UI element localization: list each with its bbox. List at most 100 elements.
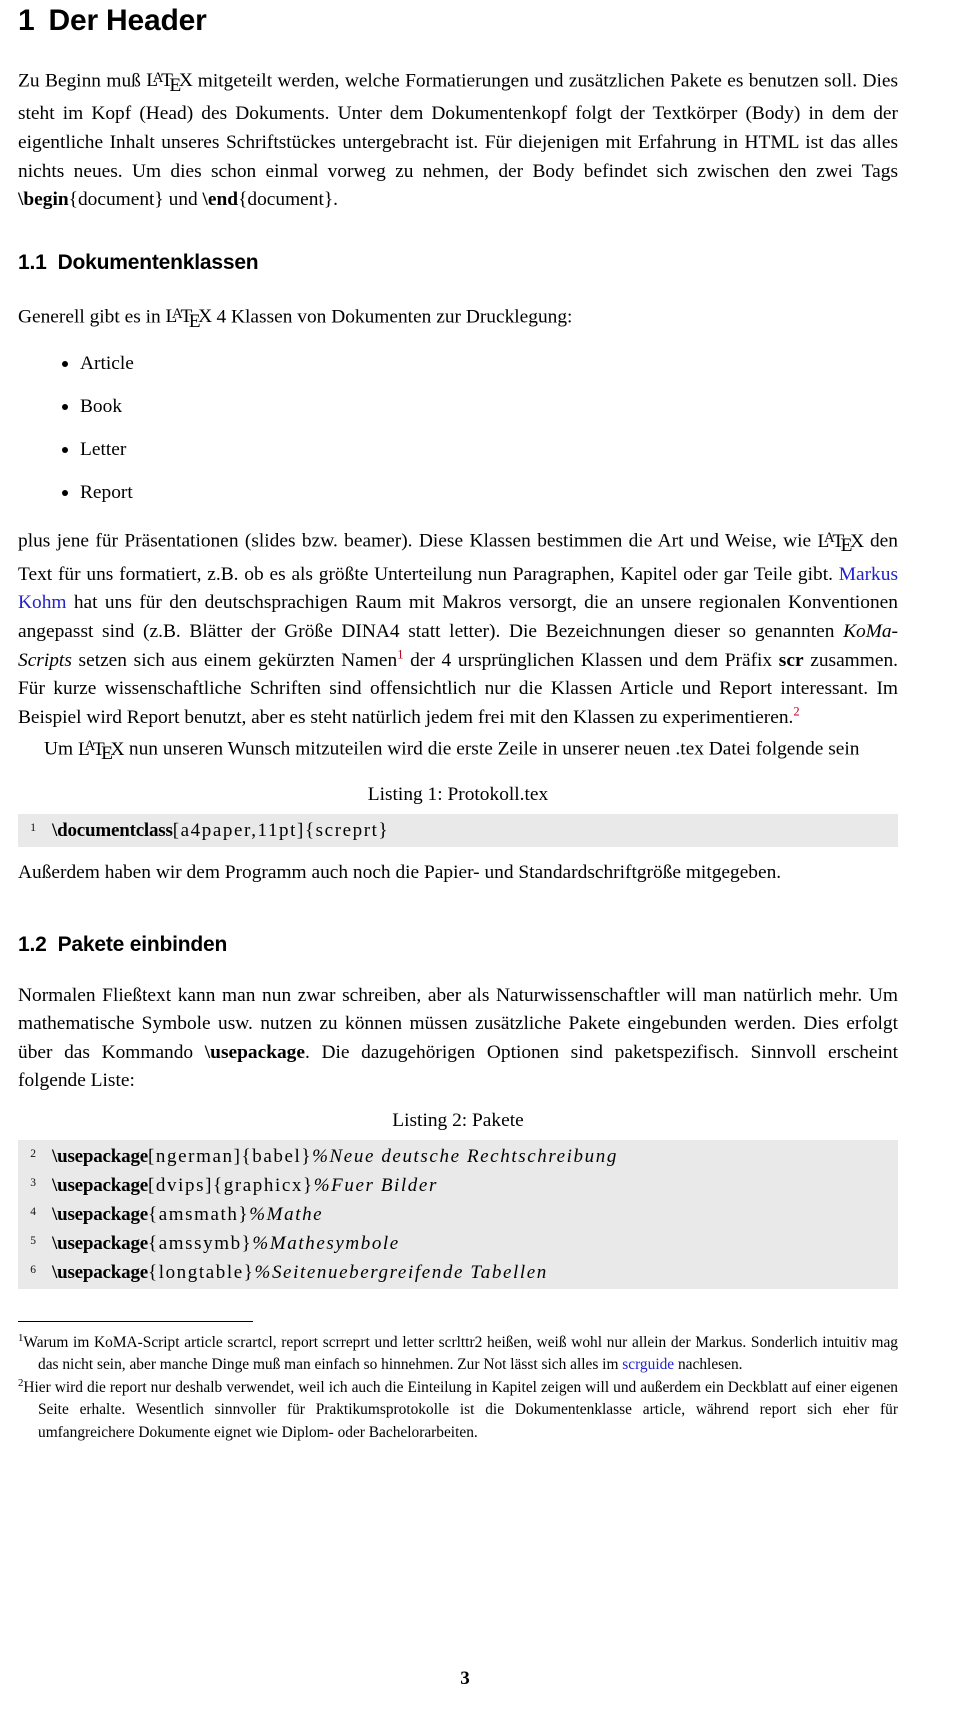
- list-item-label: Letter: [80, 439, 127, 461]
- code-command: \usepackage: [52, 1145, 148, 1167]
- list-item: Article: [18, 350, 898, 393]
- code-command: \usepackage: [52, 1261, 148, 1283]
- spacer-after-h2-1-2: [18, 956, 960, 982]
- cmd-begin: \begin: [18, 189, 69, 211]
- listing-2-code-block: 2 \usepackage[ngerman]{babel}%Neue deutsc…: [18, 1139, 898, 1289]
- code-arguments: [ngerman]{babel}: [147, 1145, 313, 1167]
- footnotes-area: 1Warum im KoMA-Script article scrartcl, …: [18, 1332, 898, 1444]
- code-arguments: [a4paper,11pt]{screprt}: [172, 819, 390, 841]
- paragraph-listing-intro: Um LATEX nun unseren Wunsch mitzuteilen …: [18, 732, 898, 768]
- code-comment: %Neue deutsche Rechtschreibung: [312, 1145, 618, 1167]
- subsection-1-1-title: Dokumentenklassen: [57, 250, 259, 274]
- footnote-2-text-a: Hier wird die report nur deshalb verwend…: [23, 1378, 898, 1441]
- koma-p3: hat uns für den deutschsprachigen Raum m…: [18, 592, 898, 643]
- code-comment: %Fuer Bilder: [313, 1174, 438, 1196]
- bullet-icon: [62, 490, 68, 497]
- subsection-heading-1-2: 1.2 Pakete einbinden: [18, 933, 960, 956]
- latex-logo-icon: LATEX: [817, 530, 865, 557]
- para1-part-a: Zu Beginn muß: [18, 70, 147, 92]
- code-line-number: 5: [30, 1234, 36, 1247]
- section-title: Der Header: [48, 4, 207, 37]
- code-arguments: {longtable}: [147, 1261, 255, 1283]
- para1-joiner: und: [163, 189, 203, 211]
- paragraph-classes-intro: Generell gibt es in LATEX 4 Klassen von …: [18, 300, 898, 336]
- spacer-before-h2-1-1: [18, 215, 960, 251]
- footnote-1: 1Warum im KoMA-Script article scrartcl, …: [18, 1332, 898, 1377]
- code-line-number: 1: [30, 821, 36, 834]
- listing-1-code-block: 1 \documentclass[a4paper,11pt]{screprt}: [18, 813, 898, 847]
- code-comment: %Seitenuebergreifende Tabellen: [254, 1261, 548, 1283]
- footnote-ref-2[interactable]: 2: [793, 704, 799, 718]
- spacer-after-footnote-rule: [18, 1322, 960, 1332]
- page-number: 3: [460, 1668, 470, 1689]
- listing-intro-p2: nun unseren Wunsch mitzuteilen wird die …: [124, 738, 860, 760]
- code-line: 3 \usepackage[dvips]{graphicx}%Fuer Bilde…: [18, 1171, 898, 1200]
- paragraph-pakete: Normalen Fließtext kann man nun zwar sch…: [18, 982, 898, 1096]
- bullet-icon: [62, 361, 68, 368]
- paragraph-koma-scripts: plus jene für Präsentationen (slides bzw…: [18, 524, 898, 732]
- list-item-label: Report: [80, 482, 133, 504]
- latex-logo-icon: LATEX: [146, 70, 193, 96]
- arg-begin: {document}: [68, 189, 164, 211]
- code-line: 6 \usepackage{longtable}%Seitenuebergreif…: [18, 1258, 898, 1287]
- listing-2-caption: Listing 2: Pakete: [392, 1109, 524, 1131]
- cmd-usepackage-inline: \usepackage: [204, 1041, 305, 1063]
- code-comment: %Mathe: [249, 1203, 324, 1225]
- code-command: \usepackage: [52, 1232, 148, 1254]
- bullet-icon: [62, 404, 68, 411]
- code-line: 2 \usepackage[ngerman]{babel}%Neue deutsc…: [18, 1142, 898, 1171]
- code-arguments: {amssymb}: [147, 1232, 253, 1254]
- code-line: 4 \usepackage{amsmath}%Mathe: [18, 1200, 898, 1229]
- spacer-after-listing-1: [18, 847, 960, 859]
- spacer-before-footnote-rule: [18, 1289, 960, 1321]
- spacer-before-listing-1: [18, 769, 960, 782]
- paragraph-header-intro: Zu Beginn muß LATEX mitgeteilt werden, w…: [18, 64, 898, 215]
- code-line: 1 \documentclass[a4paper,11pt]{screprt}: [18, 816, 898, 845]
- spacer-after-h2-1-1: [18, 274, 960, 300]
- code-comment: %Mathesymbole: [252, 1232, 400, 1254]
- latex-logo-icon: LATEX: [77, 738, 125, 765]
- code-line-number: 3: [30, 1176, 36, 1189]
- footnote-2: 2Hier wird die report nur deshalb verwen…: [18, 1377, 898, 1444]
- spacer-before-h2-1-2: [18, 888, 960, 933]
- subsection-1-2-title: Pakete einbinden: [57, 932, 228, 956]
- spacer-before-listing-2: [18, 1096, 960, 1108]
- link-scrguide[interactable]: scrguide: [622, 1356, 674, 1373]
- code-arguments: {amsmath}: [147, 1203, 250, 1225]
- koma-p1: plus jene für Präsentationen (slides bzw…: [18, 530, 818, 552]
- spacer-before-list: [18, 336, 960, 350]
- bold-scr: scr: [778, 649, 804, 671]
- footnote-1-text-b: nachlesen.: [674, 1356, 743, 1374]
- list-item: Report: [18, 479, 898, 522]
- code-arguments: [dvips]{graphicx}: [147, 1174, 314, 1196]
- intro-part-a: Generell gibt es in: [18, 306, 166, 328]
- list-item: Book: [18, 393, 898, 436]
- listing-intro-p1: Um: [44, 738, 78, 760]
- subsection-1-2-number: 1.2: [18, 932, 47, 956]
- subsection-1-1-number: 1.1: [18, 250, 47, 274]
- list-item-label: Article: [80, 353, 134, 375]
- code-command: \usepackage: [52, 1174, 148, 1196]
- koma-p5: der 4 ursprünglichen Klassen und dem Prä…: [403, 649, 779, 671]
- cmd-end: \end: [202, 189, 239, 211]
- footnote-1-text-a: Warum im KoMA-Script article scrartcl, r…: [23, 1333, 898, 1374]
- code-line: 5 \usepackage{amssymb}%Mathesymbole: [18, 1229, 898, 1258]
- section-number: 1: [18, 4, 35, 37]
- code-command: \usepackage: [52, 1203, 148, 1225]
- code-line-number: 2: [30, 1147, 36, 1160]
- koma-p4: setzen sich aus einem gekürzten Namen: [71, 649, 398, 671]
- latex-logo-icon: LATEX: [165, 305, 213, 332]
- list-item: Letter: [18, 436, 898, 479]
- document-page: 1 Der Header Zu Beginn muß LATEX mitgetei…: [0, 0, 960, 1713]
- arg-end: {document}.: [238, 189, 339, 211]
- spacer-after-h1: [18, 37, 960, 64]
- list-item-label: Book: [80, 396, 123, 418]
- document-classes-list: Article Book Letter Report: [18, 350, 898, 522]
- paragraph-after-listing-1: Außerdem haben wir dem Programm auch noc…: [18, 861, 782, 883]
- listing-1-caption: Listing 1: Protokoll.tex: [367, 783, 549, 805]
- bullet-icon: [62, 447, 68, 454]
- intro-part-b: 4 Klassen von Dokumenten zur Drucklegung…: [211, 306, 573, 328]
- code-command: \documentclass: [52, 819, 173, 841]
- subsection-heading-1-1: 1.1 Dokumentenklassen: [18, 251, 960, 274]
- page-title: 1 Der Header: [18, 0, 960, 37]
